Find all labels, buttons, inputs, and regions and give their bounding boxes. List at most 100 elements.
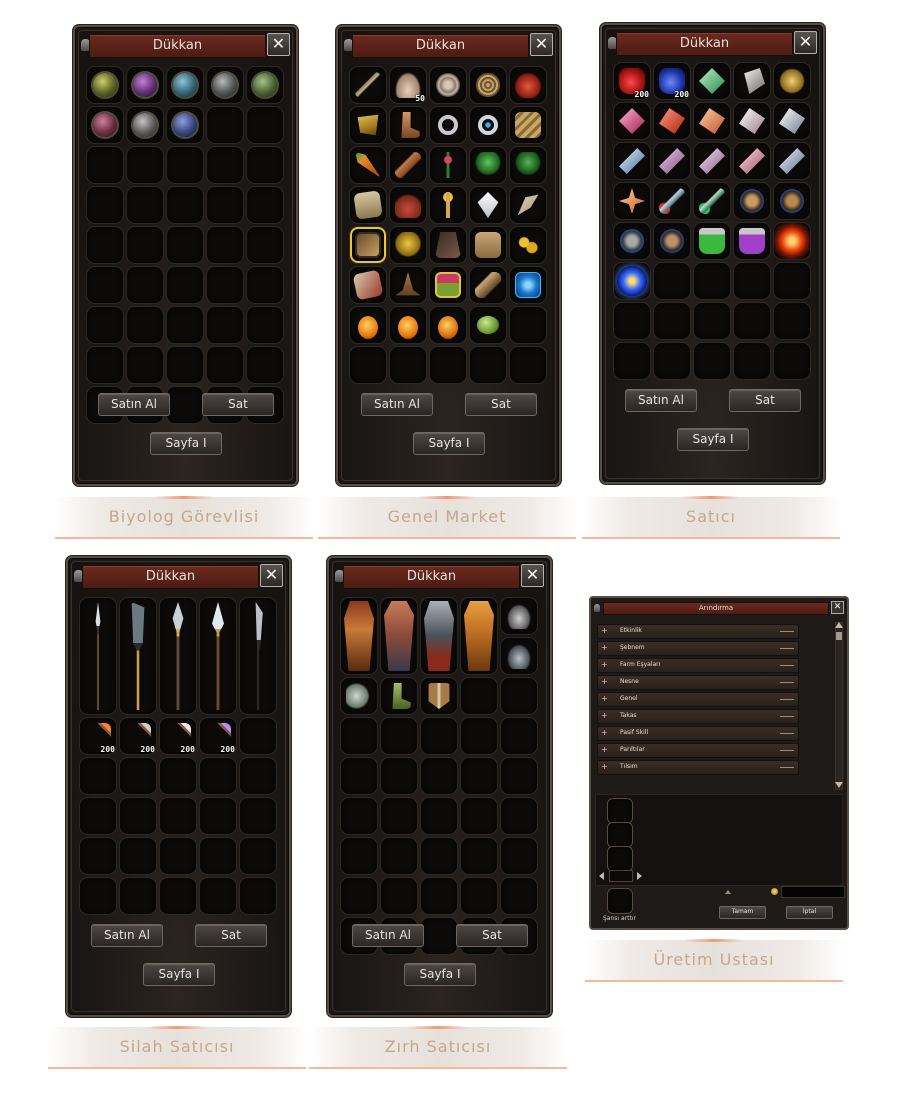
category-event[interactable]: + Etkinlik	[597, 624, 799, 639]
slot-empty[interactable]	[613, 302, 651, 340]
slot-shells[interactable]: 50	[389, 66, 427, 104]
slot-potion-orange-3[interactable]	[429, 306, 467, 344]
slot-empty[interactable]	[429, 346, 467, 384]
slot-star-shard[interactable]	[613, 182, 651, 220]
slot-empty[interactable]	[460, 677, 498, 715]
slot-gold-charm[interactable]	[509, 226, 547, 264]
slot-empty[interactable]	[166, 226, 204, 264]
slot-boots[interactable]	[380, 677, 418, 715]
slot-bio-1[interactable]	[86, 66, 124, 104]
window-title[interactable]: Dükkan	[89, 34, 266, 58]
slot-empty[interactable]	[79, 837, 117, 875]
slot-empty[interactable]	[340, 837, 378, 875]
slot-ring-silver[interactable]	[429, 106, 467, 144]
slot-empty[interactable]	[246, 266, 284, 304]
slot-empty[interactable]	[420, 917, 458, 955]
slot-armor-1[interactable]	[340, 597, 378, 675]
window-title[interactable]: Dükkan	[82, 565, 259, 589]
slot-horn[interactable]	[509, 186, 547, 224]
slot-potion-fire[interactable]	[773, 222, 811, 260]
window-title[interactable]: Dükkan	[343, 565, 520, 589]
slot-empty[interactable]	[239, 877, 277, 915]
slot-armor-3[interactable]	[420, 597, 458, 675]
slot-auto-scroll[interactable]	[349, 106, 387, 144]
buy-button[interactable]: Satın Al	[98, 393, 170, 416]
slot-empty[interactable]	[460, 797, 498, 835]
slot-empty[interactable]	[380, 717, 418, 755]
slot-chest[interactable]	[429, 266, 467, 304]
slot-empty[interactable]	[773, 262, 811, 300]
slot-empty[interactable]	[166, 346, 204, 384]
slot-empty[interactable]	[119, 877, 157, 915]
slot-empty[interactable]	[239, 757, 277, 795]
slot-empty[interactable]	[420, 837, 458, 875]
window-title[interactable]: Dükkan	[616, 32, 793, 56]
slot-empty[interactable]	[199, 757, 237, 795]
slot-empty[interactable]	[340, 877, 378, 915]
slot-gem-red[interactable]	[653, 102, 691, 140]
slot-empty[interactable]	[460, 877, 498, 915]
slot-empty[interactable]	[693, 262, 731, 300]
sell-button[interactable]: Sat	[456, 924, 528, 947]
slot-hat[interactable]	[389, 266, 427, 304]
slot-empty[interactable]	[86, 306, 124, 344]
slot-bio-2[interactable]	[126, 66, 164, 104]
material-slot-3[interactable]	[607, 846, 633, 872]
slot-empty[interactable]	[773, 302, 811, 340]
slot-potion-purple-jar[interactable]	[733, 222, 771, 260]
slot-bio-5[interactable]	[246, 66, 284, 104]
slot-empty[interactable]	[166, 186, 204, 224]
slot-empty[interactable]	[460, 837, 498, 875]
slot-gloves[interactable]	[340, 677, 378, 715]
close-icon[interactable]: ✕	[521, 564, 544, 587]
slot-empty[interactable]	[86, 346, 124, 384]
cancel-button[interactable]: İptal	[786, 906, 833, 919]
slot-glaive[interactable]	[119, 597, 157, 715]
slot-empty[interactable]	[86, 186, 124, 224]
close-icon[interactable]: ✕	[530, 33, 553, 56]
slot-empty[interactable]	[380, 757, 418, 795]
slot-empty[interactable]	[380, 797, 418, 835]
slot-empty[interactable]	[166, 146, 204, 184]
ok-button[interactable]: Tamam	[719, 906, 766, 919]
slot-key[interactable]	[429, 186, 467, 224]
slot-empty[interactable]	[500, 677, 538, 715]
slot-armor-4[interactable]	[460, 597, 498, 675]
slot-empty[interactable]	[206, 306, 244, 344]
page-button[interactable]: Sayfa I	[404, 963, 476, 986]
material-slot-2[interactable]	[607, 822, 633, 848]
slot-empty[interactable]	[206, 226, 244, 264]
slot-empty[interactable]	[509, 306, 547, 344]
slot-gem-silver[interactable]	[773, 102, 811, 140]
slot-empty[interactable]	[469, 346, 507, 384]
page-button[interactable]: Sayfa I	[143, 963, 215, 986]
slot-empty[interactable]	[159, 877, 197, 915]
slot-red-ore[interactable]	[509, 66, 547, 104]
slot-crystal-2[interactable]	[653, 142, 691, 180]
slot-empty[interactable]	[126, 306, 164, 344]
sell-button[interactable]: Sat	[465, 393, 537, 416]
slot-bio-3[interactable]	[166, 66, 204, 104]
slot-empty[interactable]	[246, 226, 284, 264]
chance-slot[interactable]	[607, 888, 633, 914]
slot-empty[interactable]	[246, 146, 284, 184]
slot-cape[interactable]	[429, 226, 467, 264]
slot-halberd-2[interactable]	[199, 597, 237, 715]
slot-boot[interactable]	[389, 106, 427, 144]
slot-empty[interactable]	[420, 797, 458, 835]
scroll-thumb[interactable]	[836, 632, 842, 640]
slot-selected-scroll[interactable]	[349, 226, 387, 264]
slot-empty[interactable]	[239, 797, 277, 835]
slot-bio-8[interactable]	[166, 106, 204, 144]
slot-empty[interactable]	[500, 797, 538, 835]
slot-empty[interactable]	[159, 797, 197, 835]
list-scrollbar[interactable]	[835, 622, 843, 790]
slot-rope[interactable]	[469, 66, 507, 104]
slot-empty[interactable]	[239, 717, 277, 755]
slot-empty[interactable]	[86, 266, 124, 304]
sell-button[interactable]: Sat	[729, 389, 801, 412]
slot-empty[interactable]	[166, 306, 204, 344]
slot-empty[interactable]	[420, 877, 458, 915]
slot-blue-book[interactable]	[509, 266, 547, 304]
slot-empty[interactable]	[246, 186, 284, 224]
